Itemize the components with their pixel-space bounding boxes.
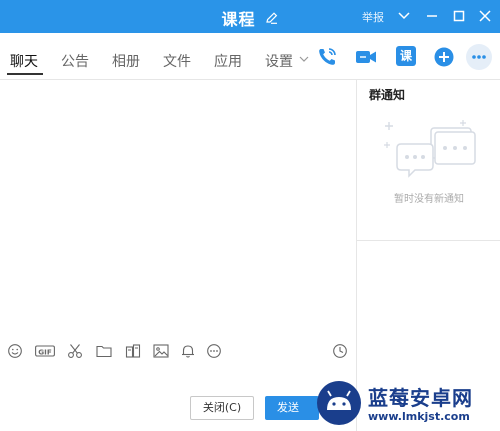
- close-button[interactable]: 关闭(C): [190, 396, 254, 420]
- close-icon[interactable]: [477, 8, 493, 24]
- phone-call-icon[interactable]: [316, 46, 338, 68]
- watermark-logo-icon: [317, 381, 361, 425]
- tab-album[interactable]: 相册: [112, 51, 140, 71]
- gif-label: GIF: [38, 347, 52, 356]
- notice-panel-title: 群通知: [369, 88, 406, 102]
- watermark-url: www.lmkjst.com: [368, 410, 470, 423]
- group-notice-panel: 群通知 暂时没有新通知: [356, 80, 500, 431]
- send-button[interactable]: 发送: [265, 396, 319, 420]
- maximize-icon[interactable]: [451, 8, 467, 24]
- window-title: 课程: [221, 10, 256, 29]
- gif-icon: GIF: [35, 345, 55, 357]
- folder-icon[interactable]: [96, 343, 112, 359]
- edit-icon[interactable]: [265, 11, 279, 25]
- bell-icon[interactable]: [180, 343, 196, 359]
- picture-icon[interactable]: [153, 343, 169, 359]
- scissors-icon[interactable]: [67, 343, 83, 359]
- tab-settings[interactable]: 设置: [265, 51, 293, 71]
- title-bar: 课程 举报: [0, 0, 500, 33]
- course-button[interactable]: 课: [396, 46, 416, 66]
- notice-empty-text: 暂时没有新通知: [394, 194, 464, 205]
- more-icon: [472, 55, 486, 59]
- more-circle-icon[interactable]: [206, 343, 222, 359]
- settings-chevron-down-icon[interactable]: [299, 55, 309, 63]
- minimize-icon[interactable]: [424, 8, 440, 24]
- empty-notice-chat-icon: [384, 120, 476, 178]
- chevron-down-icon[interactable]: [396, 8, 412, 24]
- active-tab-underline: [7, 73, 43, 75]
- emoji-icon[interactable]: [7, 343, 23, 359]
- history-clock-icon[interactable]: [332, 343, 348, 359]
- tab-files[interactable]: 文件: [163, 51, 191, 71]
- tab-bar: 聊天 公告 相册 文件 应用 设置 课: [0, 33, 500, 80]
- tab-apps[interactable]: 应用: [214, 51, 242, 71]
- more-button[interactable]: [466, 44, 492, 70]
- video-call-icon[interactable]: [355, 46, 377, 68]
- add-circle-icon[interactable]: [433, 46, 455, 68]
- gif-button[interactable]: GIF: [35, 343, 55, 359]
- report-link[interactable]: 举报: [362, 9, 384, 25]
- chat-message-area[interactable]: [0, 81, 355, 336]
- watermark-name: 蓝莓安卓网: [368, 386, 473, 410]
- panel-divider: [357, 240, 500, 241]
- input-toolbar: GIF: [0, 340, 355, 362]
- tab-announcement[interactable]: 公告: [61, 51, 89, 71]
- image-editor-icon[interactable]: [125, 343, 141, 359]
- tab-chat[interactable]: 聊天: [10, 51, 38, 71]
